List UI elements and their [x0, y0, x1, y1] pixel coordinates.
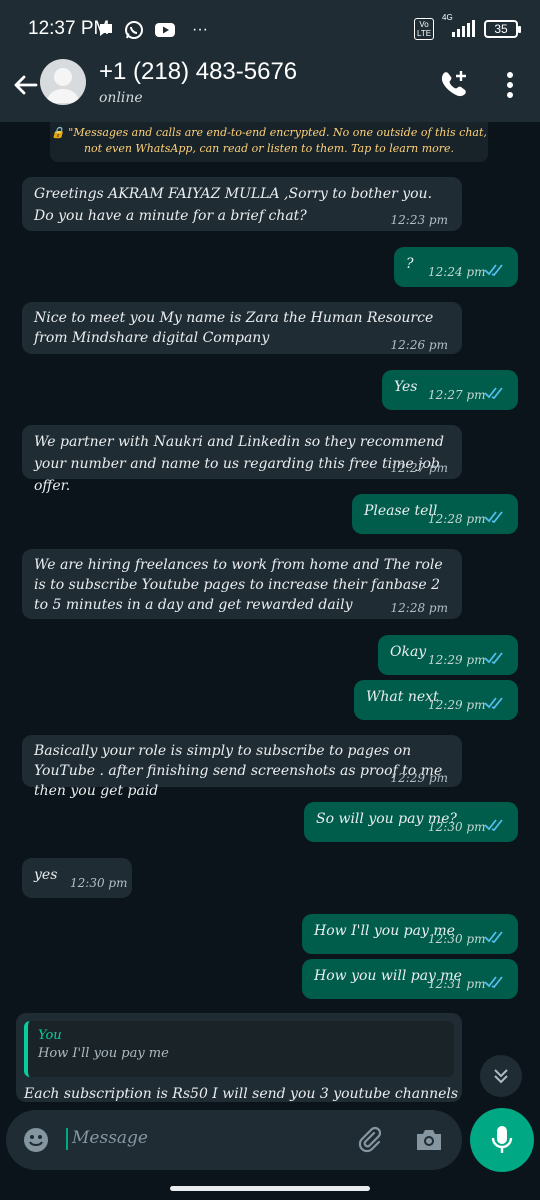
message-text: Greetings AKRAM FAIYAZ MULLA ,Sorry to b…: [34, 186, 433, 224]
message-text: ?: [406, 256, 414, 272]
message-bubble-incoming[interactable]: Nice to meet you My name is Zara the Hum…: [22, 302, 462, 354]
quoted-message[interactable]: You How I'll you pay me: [24, 1021, 454, 1077]
message-text: Nice to meet you My name is Zara the Hum…: [34, 310, 434, 346]
double-chevron-down-icon: [494, 1069, 508, 1084]
message-time: 12:30 pm: [70, 876, 128, 890]
more-notifications-indicator: ···: [192, 21, 208, 38]
message-time: 12:26 pm: [390, 338, 448, 352]
chat-bubble-icon: [100, 24, 112, 36]
message-time: 12:23 pm: [390, 213, 448, 227]
message-time: 12:30 pm: [428, 932, 486, 946]
read-receipt-icon: [484, 697, 503, 710]
message-bubble-outgoing[interactable]: So will you pay me? 12:30 pm: [304, 802, 518, 842]
message-bubble-incoming-reply[interactable]: You How I'll you pay me Each subscriptio…: [16, 1013, 462, 1102]
status-bar: 12:37 PM ··· Vo LTE 4G 35: [0, 0, 540, 58]
message-text: Okay: [390, 644, 427, 660]
battery-icon: 35: [484, 20, 521, 38]
message-bubble-outgoing[interactable]: What next 12:29 pm: [354, 680, 518, 720]
attachment-paperclip-icon[interactable]: [354, 1124, 384, 1154]
read-receipt-icon: [484, 652, 503, 665]
home-indicator: [170, 1186, 370, 1191]
message-text: Yes: [394, 379, 418, 395]
contact-status: online: [99, 90, 143, 106]
chat-header: +1 (218) 483-5676 online: [0, 58, 540, 122]
message-bubble-incoming[interactable]: Greetings AKRAM FAIYAZ MULLA ,Sorry to b…: [22, 177, 462, 231]
emoji-icon[interactable]: [22, 1126, 50, 1154]
chat-area[interactable]: 🔒 "Messages and calls are end-to-end enc…: [0, 122, 540, 1102]
signal-icon: 4G: [442, 13, 476, 39]
contact-avatar[interactable]: [40, 59, 86, 105]
voice-record-button[interactable]: [470, 1108, 534, 1172]
message-time: 12:29 pm: [390, 771, 448, 785]
message-bubble-incoming[interactable]: Basically your role is simply to subscri…: [22, 735, 462, 799]
read-receipt-icon: [484, 511, 503, 524]
microphone-icon: [491, 1126, 513, 1153]
message-bubble-incoming[interactable]: We partner with Naukri and Linkedin so t…: [22, 425, 462, 494]
youtube-icon: [155, 23, 175, 37]
scroll-to-bottom-button[interactable]: [480, 1055, 522, 1097]
read-receipt-icon: [484, 264, 503, 277]
message-bubble-outgoing[interactable]: Okay 12:29 pm: [378, 635, 518, 675]
message-bubble-outgoing[interactable]: Please tell 12:28 pm: [352, 494, 518, 534]
notification-icons: ···: [100, 20, 208, 40]
message-time: 12:24 pm: [428, 265, 486, 279]
message-bubble-outgoing[interactable]: Yes 12:27 pm: [382, 370, 518, 410]
message-input[interactable]: Message: [72, 1128, 148, 1148]
read-receipt-icon: [484, 387, 503, 400]
read-receipt-icon: [484, 976, 503, 989]
message-time: 12:27 pm: [390, 461, 448, 475]
message-composer: Message: [6, 1110, 462, 1170]
cursor: [66, 1128, 68, 1150]
encryption-notice[interactable]: 🔒 "Messages and calls are end-to-end enc…: [50, 122, 488, 162]
more-options-icon[interactable]: [500, 70, 520, 100]
message-bubble-outgoing[interactable]: How I'll you pay me 12:30 pm: [302, 914, 518, 954]
message-text: Each subscription is Rs50 I will send yo…: [24, 1086, 462, 1102]
message-bubble-incoming[interactable]: We are hiring freelances to work from ho…: [22, 549, 462, 619]
message-bubble-outgoing[interactable]: ? 12:24 pm: [394, 247, 518, 287]
whatsapp-icon: [125, 21, 143, 39]
message-time: 12:29 pm: [428, 698, 486, 712]
volte-badge: Vo LTE: [414, 18, 434, 40]
add-call-icon[interactable]: [437, 68, 469, 100]
contact-name[interactable]: +1 (218) 483-5676: [99, 58, 297, 86]
message-time: 12:29 pm: [428, 653, 486, 667]
message-text: We are hiring freelances to work from ho…: [34, 557, 443, 613]
message-text: Please tell: [364, 503, 438, 519]
quoted-author: You: [38, 1028, 62, 1043]
message-time: 12:30 pm: [428, 820, 486, 834]
message-text: yes: [34, 867, 58, 883]
battery-level: 35: [494, 22, 508, 36]
network-type: 4G: [442, 13, 453, 22]
camera-icon[interactable]: [414, 1126, 444, 1154]
quoted-text: How I'll you pay me: [38, 1046, 169, 1061]
read-receipt-icon: [484, 819, 503, 832]
read-receipt-icon: [484, 931, 503, 944]
message-time: 12:31 pm: [428, 977, 486, 991]
message-bubble-outgoing[interactable]: How you will pay me 12:31 pm: [302, 959, 518, 999]
message-time: 12:27 pm: [428, 388, 486, 402]
message-time: 12:28 pm: [390, 601, 448, 615]
message-text: We partner with Naukri and Linkedin so t…: [34, 434, 444, 494]
message-text: Basically your role is simply to subscri…: [34, 743, 443, 799]
back-arrow-icon[interactable]: [10, 70, 40, 100]
message-bubble-incoming[interactable]: yes 12:30 pm: [22, 858, 132, 898]
message-time: 12:28 pm: [428, 512, 486, 526]
default-avatar-icon: [46, 68, 80, 103]
